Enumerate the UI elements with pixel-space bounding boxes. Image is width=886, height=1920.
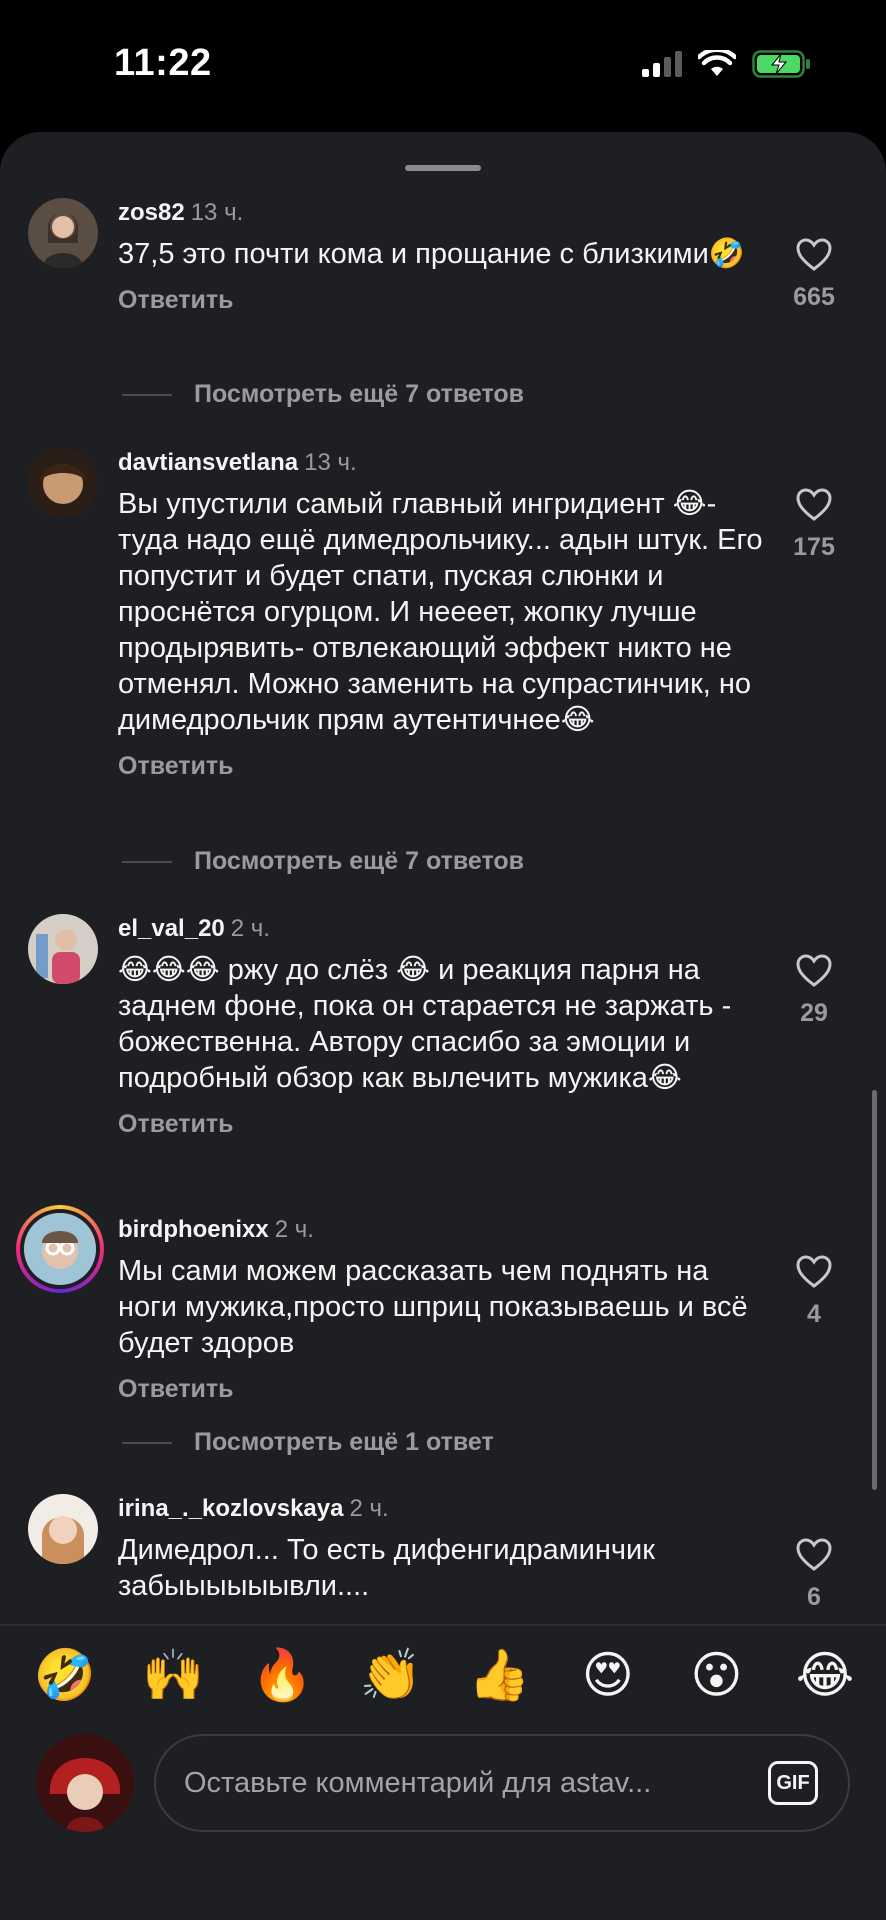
comment-time: 2 ч. [349, 1495, 389, 1522]
view-more-replies-label[interactable]: Посмотреть ещё 7 ответов [194, 380, 524, 409]
heart-icon[interactable] [795, 1538, 833, 1572]
comment-body: birdphoenixx 2 ч. Мы сами можем рассказат… [118, 1215, 768, 1404]
heart-icon[interactable] [795, 488, 833, 522]
scrollbar[interactable] [872, 1090, 877, 1490]
view-more-replies-label[interactable]: Посмотреть ещё 7 ответов [194, 847, 524, 876]
like-control[interactable]: 6 [782, 1538, 846, 1612]
comment-header: irina_._kozlovskaya 2 ч. [118, 1494, 768, 1524]
heart-icon[interactable] [795, 238, 833, 272]
like-count: 4 [807, 1300, 821, 1328]
avatar[interactable] [28, 448, 98, 518]
status-icons [642, 50, 812, 78]
emoji-rofl-button[interactable]: 🤣 [30, 1642, 100, 1708]
emoji-bar-divider [0, 1624, 886, 1626]
comment-text: 37,5 это почти кома и прощание с близким… [118, 238, 745, 270]
comment-time: 2 ч. [230, 915, 270, 942]
avatar-story-ring[interactable] [16, 1205, 104, 1293]
avatar[interactable] [28, 1494, 98, 1564]
avatar[interactable] [28, 198, 98, 268]
comment-composer: Оставьте комментарий для astav... GIF [0, 1730, 886, 1840]
like-count: 175 [793, 533, 835, 561]
reply-button[interactable]: Ответить [118, 1375, 768, 1404]
sheet-grabber[interactable] [405, 165, 481, 171]
replies-divider [122, 860, 172, 863]
comment-body: davtiansvetlana 13 ч. Вы упустили самый г… [118, 448, 768, 781]
comment-time: 13 ч. [190, 199, 244, 226]
gif-button[interactable]: GIF [768, 1761, 818, 1805]
like-count: 29 [800, 999, 828, 1027]
comment-username[interactable]: irina_._kozlovskaya [118, 1495, 343, 1522]
comment-body: irina_._kozlovskaya 2 ч. Димедрол... То е… [118, 1494, 768, 1604]
emoji-surprised-button[interactable]: 😮 [681, 1642, 751, 1708]
replies-divider [122, 1441, 172, 1444]
replies-divider [122, 393, 172, 396]
reply-button[interactable]: Ответить [118, 1110, 768, 1139]
comment-text: Мы сами можем рассказать чем поднять на … [118, 1255, 748, 1359]
view-more-replies-label[interactable]: Посмотреть ещё 1 ответ [194, 1428, 494, 1457]
reply-button[interactable]: Ответить [118, 752, 768, 781]
emoji-raised-hands-button[interactable]: 🙌 [139, 1642, 209, 1708]
reply-button[interactable]: Ответить [118, 286, 768, 315]
like-control[interactable]: 175 [782, 488, 846, 562]
emoji-thumbs-up-button[interactable]: 👍 [464, 1642, 534, 1708]
comment-time: 13 ч. [304, 449, 357, 476]
emoji-clap-button[interactable]: 👏 [356, 1642, 426, 1708]
emoji-fire-button[interactable]: 🔥 [247, 1642, 317, 1708]
comment-username[interactable]: davtiansvetlana [118, 449, 298, 476]
quick-emoji-bar: 🤣 🙌 🔥 👏 👍 😍 😮 😂 [30, 1642, 860, 1708]
comment-body: el_val_20 2 ч. 😂😂😂 ржу до слёз 😂 и реакци… [118, 914, 768, 1139]
emoji-joy-button[interactable]: 😂 [790, 1642, 860, 1708]
comment-username[interactable]: birdphoenixx [118, 1216, 269, 1243]
like-control[interactable]: 29 [782, 954, 846, 1028]
comment-text: 😂😂😂 ржу до слёз 😂 и реакция парня на зад… [118, 954, 732, 1094]
status-time: 11:22 [114, 42, 212, 84]
view-more-replies[interactable]: Посмотреть ещё 7 ответов [122, 380, 524, 409]
wifi-icon [698, 50, 736, 76]
comment-header: davtiansvetlana 13 ч. [118, 448, 768, 478]
current-user-avatar [36, 1734, 134, 1832]
avatar[interactable] [28, 914, 98, 984]
heart-icon[interactable] [795, 1255, 833, 1289]
comment-text: Димедрол... То есть дифенгидраминчик заб… [118, 1534, 655, 1602]
comment-username[interactable]: zos82 [118, 199, 185, 226]
like-count: 6 [807, 1583, 821, 1611]
comment-input[interactable]: Оставьте комментарий для astav... GIF [154, 1734, 850, 1832]
view-more-replies[interactable]: Посмотреть ещё 7 ответов [122, 847, 524, 876]
comment-header: el_val_20 2 ч. [118, 914, 768, 944]
comment-header: zos82 13 ч. [118, 198, 768, 228]
comment-username[interactable]: el_val_20 [118, 915, 225, 942]
like-control[interactable]: 4 [782, 1255, 846, 1329]
comment-header: birdphoenixx 2 ч. [118, 1215, 768, 1245]
bottom-safe-area [0, 1868, 886, 1920]
status-bar: 11:22 [0, 0, 886, 132]
heart-icon[interactable] [795, 954, 833, 988]
comment-time: 2 ч. [274, 1216, 314, 1243]
like-control[interactable]: 665 [782, 238, 846, 312]
view-more-replies[interactable]: Посмотреть ещё 1 ответ [122, 1428, 494, 1457]
comment-body: zos82 13 ч. 37,5 это почти кома и прощани… [118, 198, 768, 315]
comment-text: Вы упустили самый главный ингридиент 😂- … [118, 488, 763, 736]
avatar[interactable] [20, 1209, 100, 1289]
cellular-signal-icon [642, 51, 682, 77]
emoji-heart-eyes-button[interactable]: 😍 [573, 1642, 643, 1708]
battery-charging-icon [752, 50, 810, 78]
comment-input-placeholder[interactable]: Оставьте комментарий для astav... [184, 1767, 768, 1800]
like-count: 665 [793, 283, 835, 311]
